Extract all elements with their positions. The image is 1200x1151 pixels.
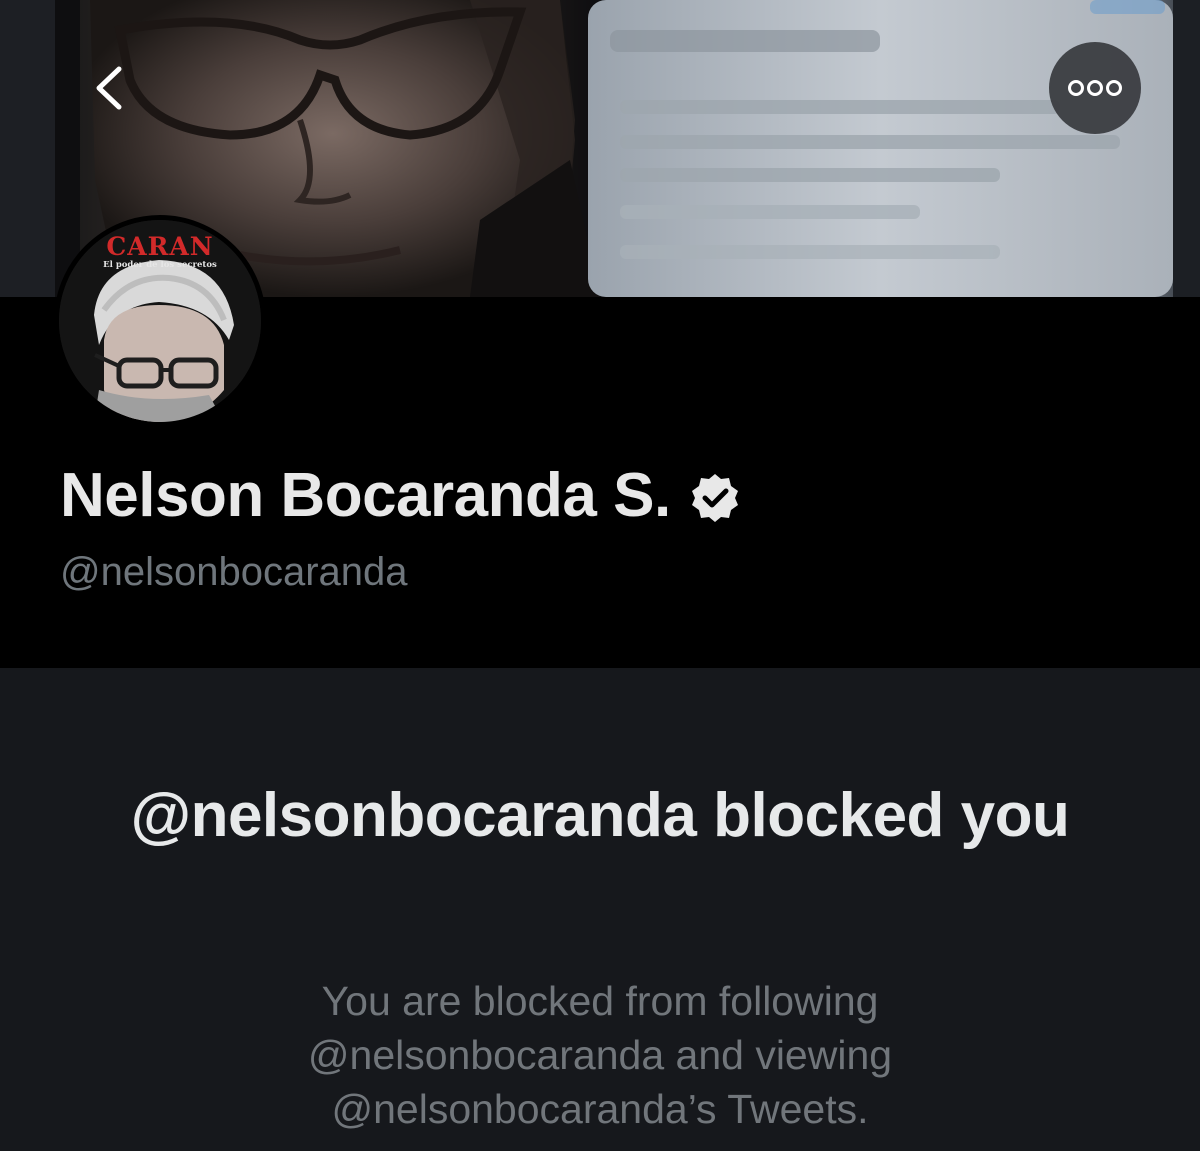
profile-screen: CARAN El poder de los secretos Nelson Bo… xyxy=(0,0,1200,1151)
more-horizontal-icon xyxy=(1068,80,1122,96)
blocked-description: You are blocked from following @nelsonbo… xyxy=(307,978,893,1132)
back-button[interactable] xyxy=(78,52,138,124)
chevron-left-icon xyxy=(96,66,122,110)
display-name-row: Nelson Bocaranda S. xyxy=(60,459,741,533)
display-name: Nelson Bocaranda S. xyxy=(60,461,671,530)
more-options-button[interactable] xyxy=(1049,42,1141,134)
blocked-title: @nelsonbocaranda blocked you xyxy=(130,781,1070,850)
verified-badge-icon xyxy=(689,472,741,524)
profile-handle: @nelsonbocaranda xyxy=(60,550,408,594)
avatar[interactable]: CARAN El poder de los secretos xyxy=(54,215,266,427)
avatar-book-title: CARAN xyxy=(106,232,214,261)
avatar-book-subtitle: El poder de los secretos xyxy=(103,260,217,270)
